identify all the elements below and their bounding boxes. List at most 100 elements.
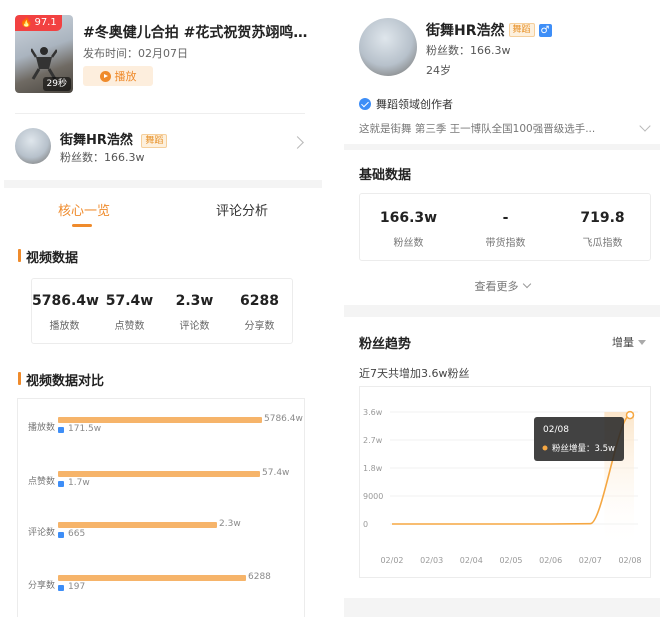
divider xyxy=(15,113,305,114)
panel-gap xyxy=(322,0,344,617)
publish-time: 发布时间：02月07日 xyxy=(83,47,188,60)
tooltip-date: 02/08 xyxy=(543,425,569,435)
author-fans: 粉丝数：166.3w xyxy=(426,44,511,57)
y-tick-label: 3.6w xyxy=(363,408,383,417)
compare-bar-baseline[interactable] xyxy=(58,481,64,487)
chart-tooltip xyxy=(534,417,624,461)
stat-value: 166.3w xyxy=(379,210,438,226)
compare-bar-baseline-value: 665 xyxy=(68,529,86,539)
x-tick-label: 02/06 xyxy=(539,556,562,565)
play-button[interactable]: 播放 xyxy=(83,66,153,86)
video-detail-panel: 🔥 97.1 29秒 #冬奥健儿合拍 #花式祝贺苏翊鸣 真... 发布时间：02… xyxy=(0,0,322,617)
stat-comments: 2.3w 评论数 xyxy=(162,279,227,332)
y-tick-label: 0 xyxy=(363,520,368,529)
stat-value: 2.3w xyxy=(175,293,214,309)
section-divider xyxy=(344,144,660,150)
dancer-figure xyxy=(31,47,57,80)
x-tick-label: 02/08 xyxy=(618,556,641,565)
compare-bar-baseline-value: 197 xyxy=(68,582,86,592)
author-age: 24岁 xyxy=(426,64,451,77)
fans-series-point[interactable] xyxy=(625,410,635,420)
chevron-right-icon[interactable] xyxy=(291,136,304,149)
video-stats-card: 5786.4w 播放数 57.4w 点赞数 2.3w 评论数 6288 分享数 xyxy=(31,278,293,344)
author-name-row-large: 街舞HR浩然 舞蹈 ♂ xyxy=(426,20,552,40)
x-tick-label: 02/05 xyxy=(499,556,522,565)
stat-label: 分享数 xyxy=(244,321,275,332)
stat-value: 5786.4w xyxy=(32,293,99,309)
y-tick-label: 1.8w xyxy=(363,464,383,473)
compare-bar-current-value: 5786.4w xyxy=(264,414,303,424)
view-more-button[interactable]: 查看更多 xyxy=(344,278,660,294)
metric-select-value: 增量 xyxy=(612,336,634,349)
tab-comment-analysis[interactable]: 评论分析 xyxy=(216,200,268,219)
compare-row-label: 评论数 xyxy=(28,528,56,538)
fans-trend-chart-card: 3.6w 2.7w 1.8w 9000 0 02/02 02/03 02/04 02/05 02/… xyxy=(359,386,651,578)
active-tab-indicator xyxy=(72,224,92,227)
fans-trend-summary: 近7天共增加3.6w粉丝 xyxy=(359,367,470,380)
compare-bar-current-value: 2.3w xyxy=(219,519,241,529)
base-data-card: 166.3w 粉丝数 - 带货指数 719.8 飞瓜指数 xyxy=(359,193,651,261)
stat-value: 57.4w xyxy=(105,293,154,309)
chevron-down-icon xyxy=(522,279,531,289)
heat-badge: 🔥 97.1 xyxy=(15,15,62,31)
video-title[interactable]: #冬奥健儿合拍 #花式祝贺苏翊鸣 真... xyxy=(83,22,311,42)
tab-core-overview[interactable]: 核心一览 xyxy=(58,200,110,219)
compare-bar-current[interactable] xyxy=(58,417,262,423)
stat-value: 719.8 xyxy=(580,210,625,226)
compare-row-label: 分享数 xyxy=(28,581,56,591)
verified-check-icon xyxy=(359,98,371,110)
stat-label: 飞瓜指数 xyxy=(582,238,623,249)
metric-select[interactable]: 增量 xyxy=(612,334,646,350)
compare-bar-current[interactable] xyxy=(58,522,217,528)
compare-bar-baseline[interactable] xyxy=(58,585,64,591)
base-stat-fans: 166.3w 粉丝数 xyxy=(360,194,457,249)
video-thumbnail[interactable]: 🔥 97.1 29秒 xyxy=(15,15,73,93)
play-icon xyxy=(99,70,111,82)
x-tick-label: 02/04 xyxy=(460,556,483,565)
compare-bar-baseline-value: 1.7w xyxy=(68,478,90,488)
author-bio: 这就是街舞 第三季 王一博队全国100强晋级选手... xyxy=(359,123,596,135)
caret-down-icon xyxy=(638,339,646,345)
heat-score: 97.1 xyxy=(34,17,57,28)
compare-bar-baseline[interactable] xyxy=(58,532,64,538)
y-tick-label: 9000 xyxy=(363,492,383,501)
fans-trend-chart[interactable]: 3.6w 2.7w 1.8w 9000 0 02/02 02/03 02/04 02/05 02/… xyxy=(360,387,650,577)
stat-label: 播放数 xyxy=(49,321,80,332)
compare-row-label: 点赞数 xyxy=(28,477,56,487)
x-tick-label: 02/07 xyxy=(579,556,602,565)
author-detail-panel: 街舞HR浩然 舞蹈 ♂ 粉丝数：166.3w 24岁 舞蹈领域创作者 这就是街舞… xyxy=(344,0,660,617)
compare-bar-baseline-value: 171.5w xyxy=(68,424,102,434)
stat-label: 带货指数 xyxy=(485,238,526,249)
author-avatar-large[interactable] xyxy=(359,18,417,76)
chevron-down-icon[interactable] xyxy=(639,120,651,132)
fans-trend-title: 粉丝趋势 xyxy=(359,337,412,352)
creator-field: 舞蹈领域创作者 xyxy=(376,98,453,111)
compare-bar-baseline[interactable] xyxy=(58,427,64,433)
compare-bar-current[interactable] xyxy=(58,575,246,581)
compare-bar-current-value: 6288 xyxy=(248,572,271,582)
author-name: 街舞HR浩然 xyxy=(60,133,133,148)
author-name: 街舞HR浩然 xyxy=(426,23,505,39)
y-tick-label: 2.7w xyxy=(363,436,383,445)
tooltip-value: 粉丝增量：3.5w xyxy=(552,443,615,454)
compare-bar-current[interactable] xyxy=(58,471,260,477)
base-data-title: 基础数据 xyxy=(359,168,412,183)
author-avatar[interactable] xyxy=(15,128,51,164)
male-icon: ♂ xyxy=(538,23,552,37)
compare-row-label: 播放数 xyxy=(28,423,56,433)
x-tick-label: 02/02 xyxy=(380,556,403,565)
base-stat-feigua-index: 719.8 飞瓜指数 xyxy=(554,194,651,249)
creator-badge: 舞蹈领域创作者 xyxy=(359,96,453,112)
video-compare-title: 视频数据对比 xyxy=(18,370,104,389)
author-name-row[interactable]: 街舞HR浩然 舞蹈 xyxy=(60,129,168,148)
stat-label: 点赞数 xyxy=(114,321,145,332)
base-stat-sales-index: - 带货指数 xyxy=(457,194,554,249)
stat-plays: 5786.4w 播放数 xyxy=(32,279,99,332)
section-divider xyxy=(344,598,660,617)
author-fans: 粉丝数：166.3w xyxy=(60,151,145,164)
stat-label: 粉丝数 xyxy=(393,238,424,249)
video-data-title: 视频数据 xyxy=(18,247,78,266)
x-tick-label: 02/03 xyxy=(420,556,443,565)
section-divider xyxy=(344,305,660,317)
stat-value: 6288 xyxy=(240,293,279,309)
